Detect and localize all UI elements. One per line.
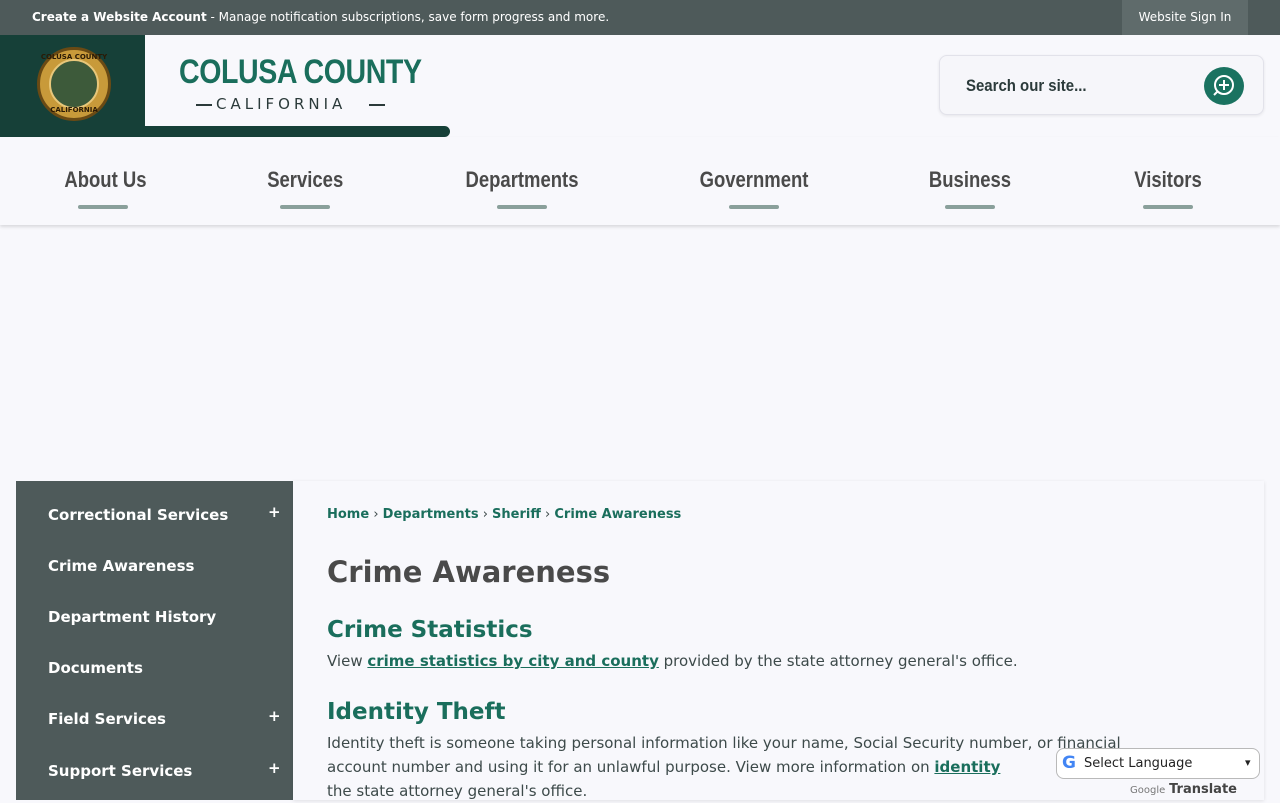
sidebar-item-correctional-services[interactable]: Correctional Services +	[16, 490, 293, 541]
sidebar-item-crime-awareness[interactable]: Crime Awareness	[16, 541, 293, 592]
section-paragraph: Identity theft is someone taking persona…	[327, 734, 1121, 800]
breadcrumb-current: Crime Awareness	[554, 507, 682, 522]
account-message: Create a Website Account - Manage notifi…	[32, 10, 609, 24]
google-translate-credit[interactable]: Google Translate	[1130, 782, 1237, 797]
language-select-label: Select Language	[1084, 756, 1193, 771]
sidebar-item-field-services[interactable]: Field Services +	[16, 694, 293, 745]
language-select[interactable]: G Select Language ▾	[1056, 748, 1260, 779]
nav-visitors[interactable]: Visitors	[1130, 167, 1206, 193]
search-input[interactable]	[966, 74, 1160, 98]
nav-underline	[1143, 205, 1193, 209]
nav-about-us[interactable]: About Us	[64, 167, 146, 193]
breadcrumb-departments[interactable]: Departments	[383, 507, 479, 522]
chevron-down-icon: ▾	[1245, 756, 1251, 769]
county-seal-icon: COLUSA COUNTY CALIFORNIA	[37, 47, 111, 121]
breadcrumb-home[interactable]: Home	[327, 507, 369, 522]
identity-theft-link[interactable]: identity	[934, 758, 1000, 776]
site-title[interactable]: COLUSA COUNTY	[179, 53, 422, 92]
sidebar-item-label: Support Services	[48, 762, 193, 780]
search-button[interactable]	[1204, 67, 1244, 105]
sidebar-item-label: Field Services	[48, 710, 166, 728]
breadcrumb-separator: ›	[482, 507, 488, 522]
nav-underline	[78, 205, 128, 209]
nav-services[interactable]: Services	[267, 167, 343, 193]
breadcrumb-separator: ›	[545, 507, 551, 522]
sidebar-item-label: Department History	[48, 608, 217, 626]
logo-underbar	[145, 126, 450, 137]
expand-icon[interactable]: +	[268, 503, 281, 521]
google-g-icon: G	[1062, 753, 1076, 773]
section-paragraph: View crime statistics by city and county…	[327, 652, 1018, 670]
section-heading-identity-theft: Identity Theft	[327, 699, 506, 725]
sidebar-item-documents[interactable]: Documents	[16, 643, 293, 694]
nav-government[interactable]: Government	[699, 167, 809, 193]
site-subtitle: CALIFORNIA	[216, 95, 347, 113]
account-description: - Manage notification subscriptions, sav…	[206, 10, 610, 24]
sidebar-nav: Correctional Services + Crime Awareness …	[16, 481, 293, 800]
section-heading-crime-statistics: Crime Statistics	[327, 617, 533, 643]
crime-statistics-link[interactable]: crime statistics by city and county	[367, 652, 658, 670]
site-header: COLUSA COUNTY CALIFORNIA COLUSA COUNTY C…	[0, 35, 1280, 137]
divider	[196, 104, 212, 106]
nav-underline	[729, 205, 779, 209]
breadcrumb-sheriff[interactable]: Sheriff	[492, 507, 541, 522]
sidebar-item-support-services[interactable]: Support Services +	[16, 746, 293, 797]
breadcrumb-separator: ›	[373, 507, 379, 522]
sidebar-item-department-history[interactable]: Department History	[16, 592, 293, 643]
top-utility-bar: Create a Website Account - Manage notifi…	[0, 0, 1280, 35]
logo-block[interactable]: COLUSA COUNTY CALIFORNIA	[0, 35, 145, 137]
sign-in-button[interactable]: Website Sign In	[1122, 0, 1248, 35]
expand-icon[interactable]: +	[268, 759, 281, 777]
expand-icon[interactable]: +	[268, 707, 281, 725]
nav-business[interactable]: Business	[928, 167, 1012, 193]
nav-underline	[945, 205, 995, 209]
main-nav: About Us Services Departments Government…	[0, 137, 1280, 225]
sidebar-item-label: Correctional Services	[48, 506, 229, 524]
sidebar-item-label: Documents	[48, 659, 143, 677]
create-account-link[interactable]: Create a Website Account	[32, 10, 207, 24]
nav-underline	[280, 205, 330, 209]
divider	[369, 104, 385, 106]
search-box	[939, 55, 1264, 115]
search-icon	[1213, 75, 1234, 96]
nav-underline	[497, 205, 547, 209]
nav-departments[interactable]: Departments	[463, 167, 581, 193]
sidebar-item-label: Crime Awareness	[48, 557, 195, 575]
breadcrumb: Home › Departments › Sheriff › Crime Awa…	[327, 507, 681, 522]
page-title: Crime Awareness	[327, 555, 611, 589]
